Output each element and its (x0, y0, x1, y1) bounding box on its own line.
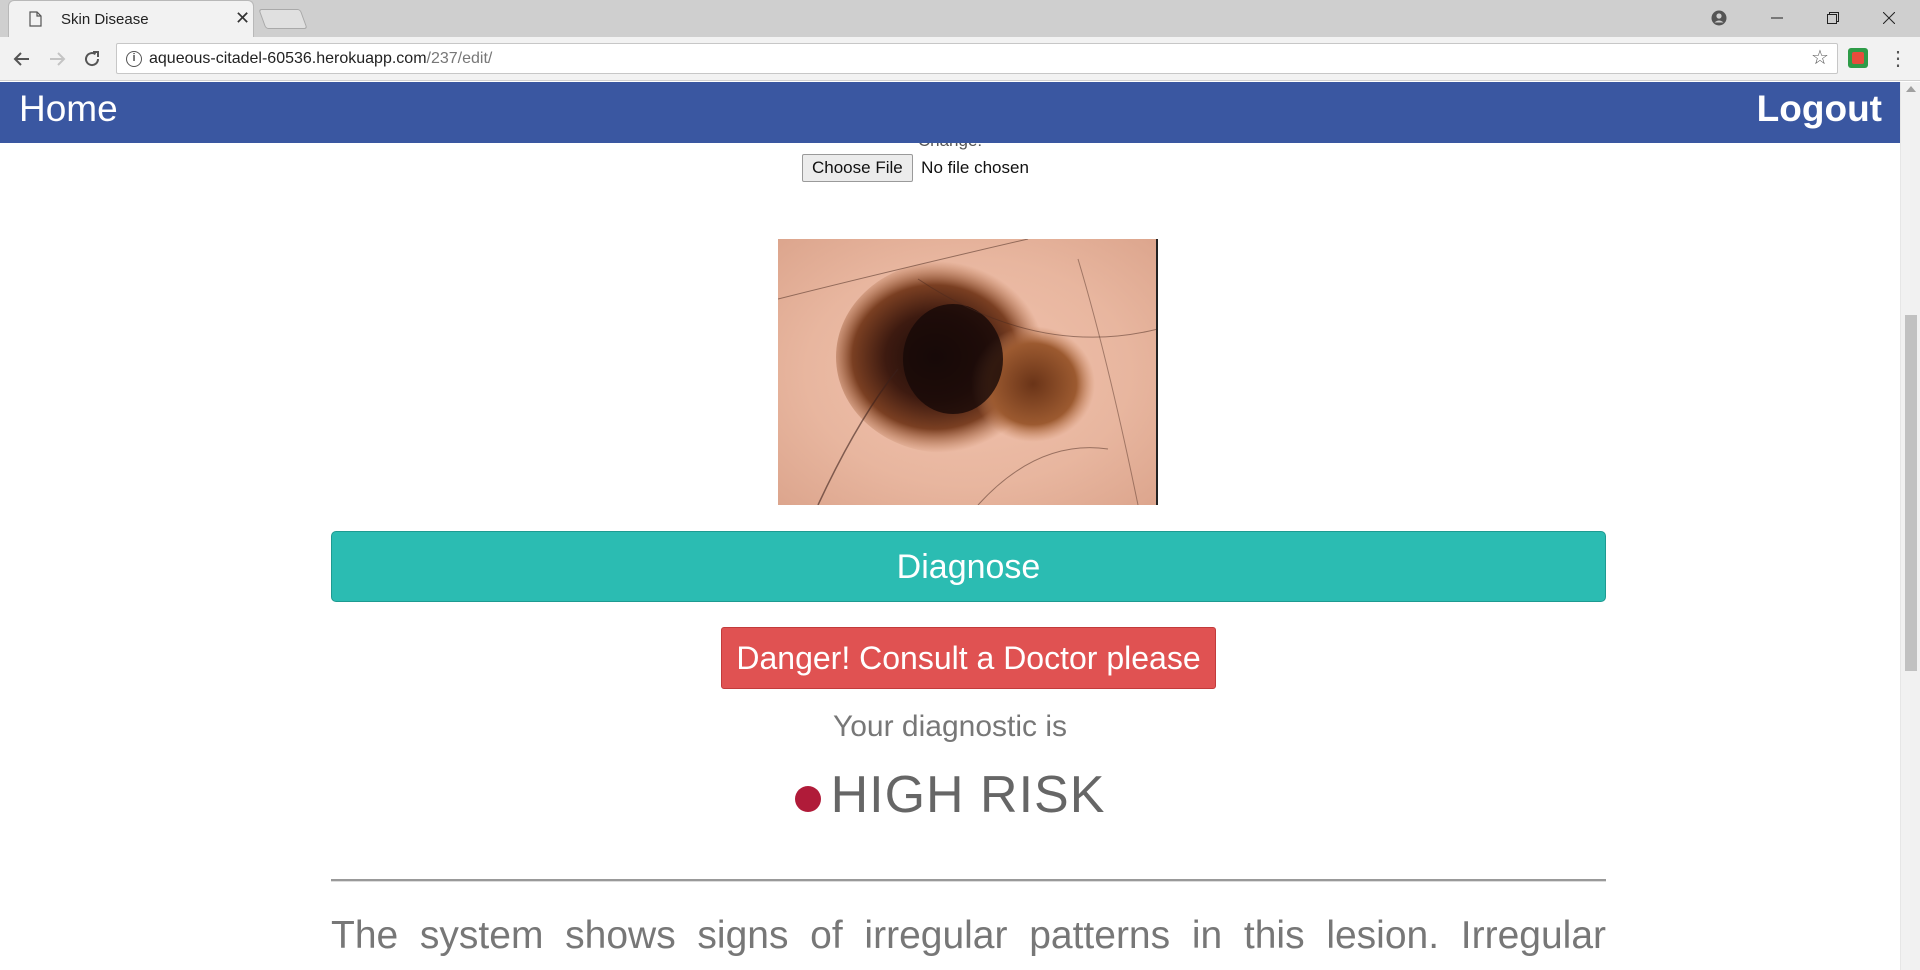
risk-result: HIGH RISK (0, 765, 1900, 825)
url-text: aqueous-citadel-60536.herokuapp.com/237/… (149, 50, 492, 68)
back-arrow-icon[interactable] (9, 46, 35, 72)
choose-file-button[interactable]: Choose File (802, 154, 913, 182)
scroll-thumb[interactable] (1905, 315, 1917, 671)
info-icon[interactable]: i (126, 51, 142, 67)
browser-toolbar: i aqueous-citadel-60536.herokuapp.com/23… (0, 37, 1920, 81)
reload-icon[interactable] (79, 46, 105, 72)
risk-level: HIGH RISK (830, 766, 1106, 824)
site-navbar: Home Logout (0, 82, 1900, 143)
image-border (1156, 239, 1158, 505)
kebab-menu-icon[interactable]: ⋮ (1888, 46, 1908, 72)
diagnose-button[interactable]: Diagnose (331, 531, 1606, 602)
page-viewport: Home Logout Change: Choose File No file … (0, 82, 1900, 970)
tab-close-icon[interactable]: ✕ (235, 9, 250, 27)
window-close-icon[interactable] (1866, 4, 1912, 32)
url-host: aqueous-citadel-60536.herokuapp.com (149, 50, 427, 67)
tab-title: Skin Disease (61, 11, 149, 28)
minimize-icon[interactable] (1754, 4, 1800, 32)
extension-icon[interactable] (1848, 48, 1868, 68)
browser-tab-strip: Skin Disease ✕ (0, 0, 1920, 37)
url-path: /237/edit/ (426, 50, 493, 67)
scroll-up-arrow-icon[interactable] (1906, 86, 1916, 92)
new-tab-button[interactable] (258, 9, 308, 29)
document-icon (29, 11, 42, 27)
risk-indicator-dot (794, 786, 821, 812)
logout-link[interactable]: Logout (1757, 88, 1882, 130)
diagnostic-label: Your diagnostic is (832, 710, 1068, 743)
file-upload: Choose File No file chosen (802, 154, 1029, 182)
bookmark-star-icon[interactable]: ☆ (1811, 48, 1829, 68)
profile-icon[interactable] (1696, 4, 1742, 32)
restore-icon[interactable] (1810, 4, 1856, 32)
forward-arrow-icon[interactable] (44, 46, 70, 72)
file-status: No file chosen (921, 158, 1029, 177)
page-scrollbar[interactable] (1900, 82, 1920, 970)
address-bar[interactable]: i aqueous-citadel-60536.herokuapp.com/23… (116, 43, 1838, 74)
lesion-image (778, 239, 1158, 505)
browser-tab[interactable]: Skin Disease ✕ (8, 0, 254, 37)
home-link[interactable]: Home (19, 88, 118, 130)
danger-alert[interactable]: Danger! Consult a Doctor please (721, 627, 1216, 689)
diagnosis-description: The system shows signs of irregular patt… (331, 914, 1606, 957)
divider (331, 879, 1606, 882)
